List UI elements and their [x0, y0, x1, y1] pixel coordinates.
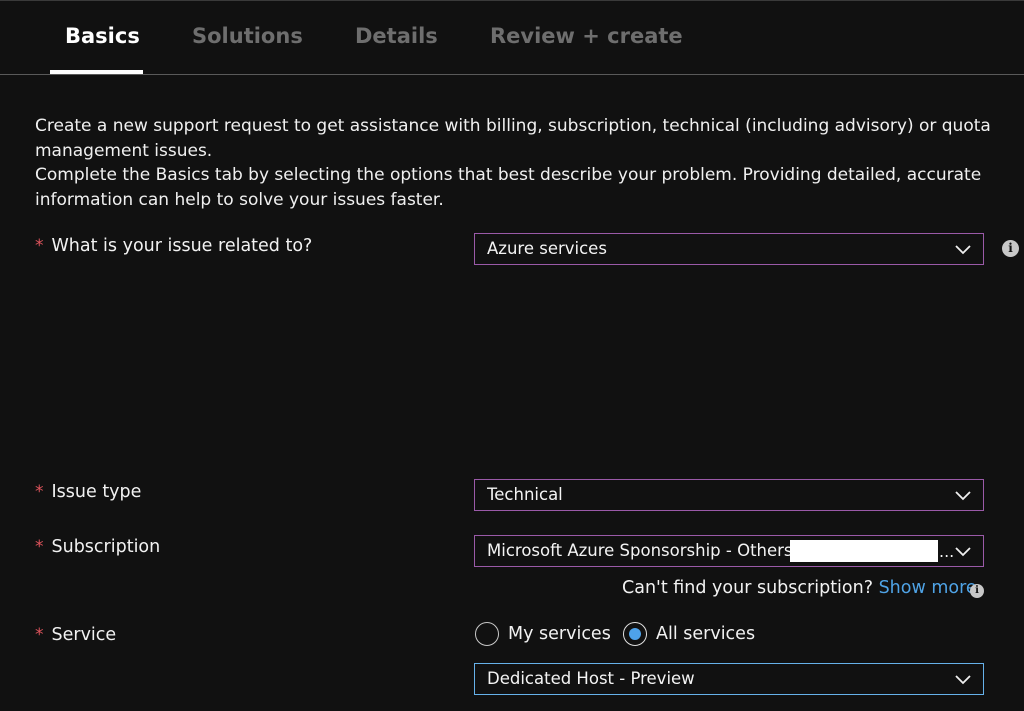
- subscription-ellipsis: ...: [939, 542, 955, 561]
- tab-details[interactable]: Details: [355, 24, 438, 48]
- radio-my-services-label: My services: [508, 624, 611, 644]
- issue-related-dropdown[interactable]: Azure services: [474, 233, 984, 265]
- service-dropdown[interactable]: Dedicated Host - Preview: [474, 663, 984, 695]
- info-icon[interactable]: i: [970, 584, 984, 598]
- intro-paragraph-2: Complete the Basics tab by selecting the…: [35, 165, 982, 210]
- issue-related-value: Azure services: [487, 239, 607, 258]
- subscription-hint: Can't find your subscription? Show more: [622, 578, 977, 598]
- radio-checked-icon[interactable]: [623, 622, 647, 646]
- redacted-subscription-id: [790, 540, 938, 562]
- issue-type-label-text: Issue type: [51, 482, 142, 502]
- service-value: Dedicated Host - Preview: [487, 669, 695, 688]
- subscription-label-text: Subscription: [51, 537, 161, 557]
- required-marker: *: [35, 482, 44, 502]
- issue-type-dropdown[interactable]: Technical: [474, 479, 984, 511]
- tab-review-create[interactable]: Review + create: [490, 24, 683, 48]
- required-marker: *: [35, 537, 44, 557]
- info-icon[interactable]: i: [1002, 240, 1019, 257]
- chevron-down-icon: [955, 491, 971, 501]
- radio-unchecked-icon[interactable]: [475, 622, 499, 646]
- required-marker: *: [35, 625, 44, 645]
- tab-bar: Basics Solutions Details Review + create: [0, 0, 1024, 75]
- intro-paragraph-1: Create a new support request to get assi…: [35, 116, 991, 161]
- service-label-text: Service: [51, 625, 117, 645]
- subscription-hint-text: Can't find your subscription?: [622, 578, 873, 598]
- radio-all-services-label: All services: [656, 624, 756, 644]
- chevron-down-icon: [955, 675, 971, 685]
- active-tab-indicator: [50, 70, 143, 74]
- service-label: * Service: [35, 625, 116, 645]
- subscription-label: * Subscription: [35, 537, 160, 557]
- chevron-down-icon: [955, 245, 971, 255]
- tab-basics[interactable]: Basics: [65, 24, 140, 48]
- required-marker: *: [35, 236, 44, 256]
- intro-text: Create a new support request to get assi…: [35, 114, 995, 212]
- chevron-down-icon: [955, 547, 971, 557]
- issue-related-label-text: What is your issue related to?: [51, 236, 313, 256]
- issue-type-value: Technical: [487, 485, 563, 504]
- show-more-link[interactable]: Show more: [879, 578, 977, 598]
- issue-type-label: * Issue type: [35, 482, 141, 502]
- tab-solutions[interactable]: Solutions: [192, 24, 303, 48]
- issue-related-label: * What is your issue related to?: [35, 236, 312, 256]
